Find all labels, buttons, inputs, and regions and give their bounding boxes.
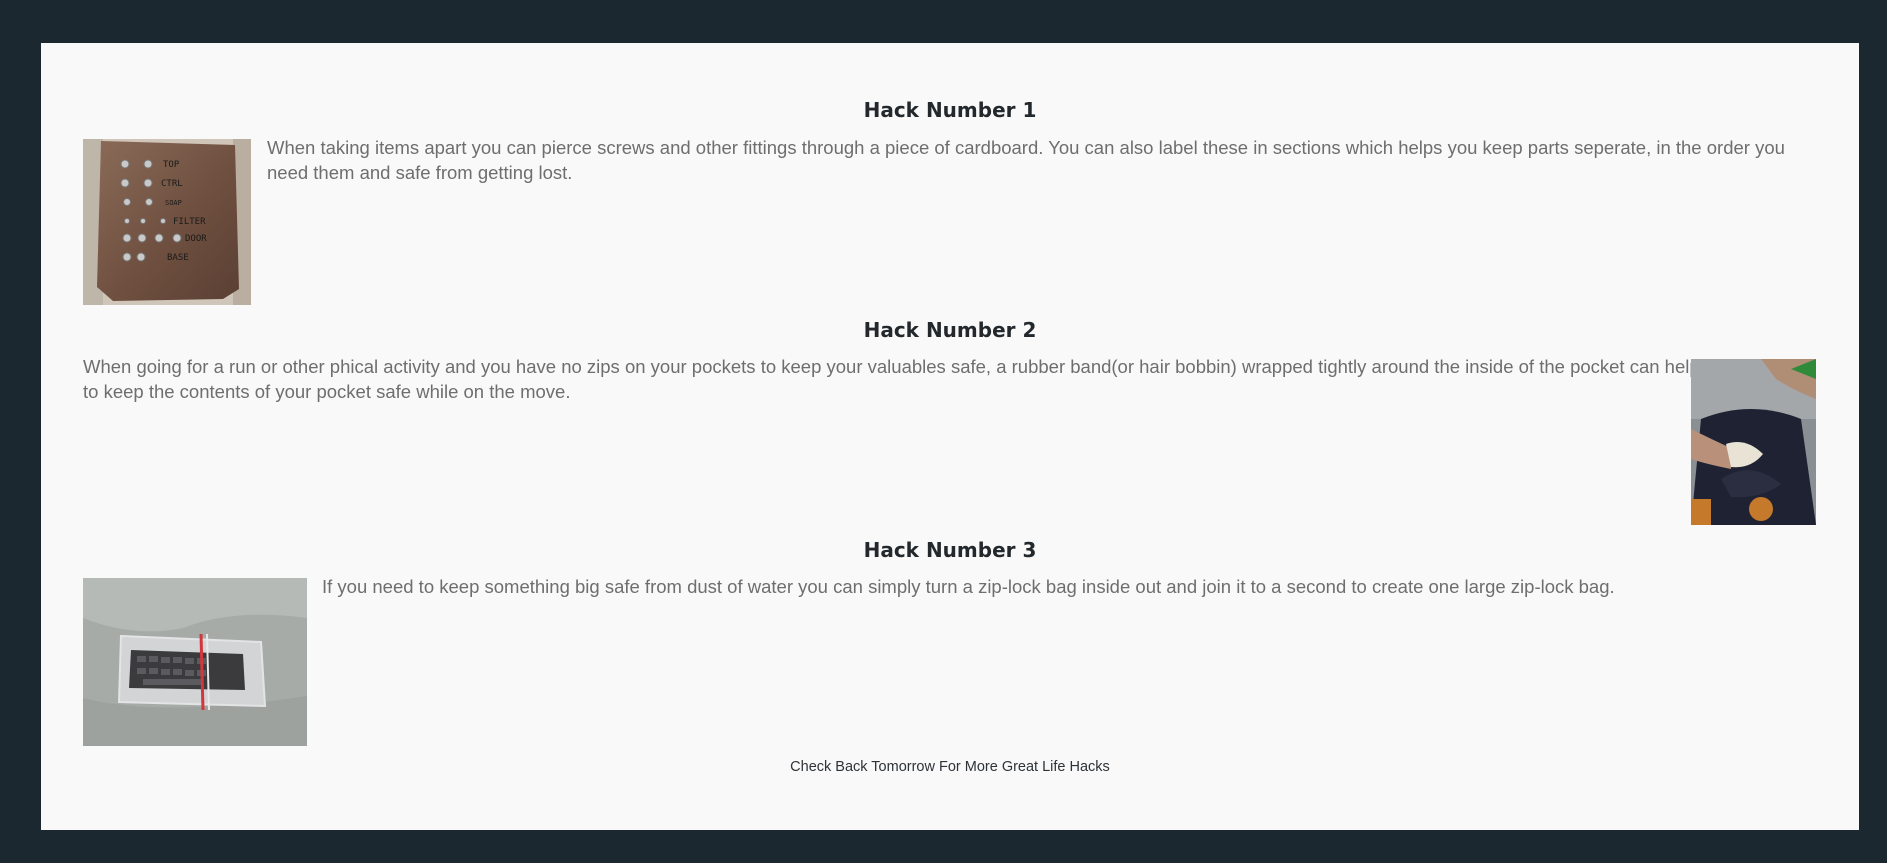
svg-text:TOP: TOP xyxy=(163,160,180,170)
hack-2-title: Hack Number 2 xyxy=(863,318,1037,342)
svg-text:CTRL: CTRL xyxy=(161,179,183,189)
hack-3-ziplock-photo xyxy=(83,578,307,746)
svg-text:FILTER: FILTER xyxy=(173,217,206,227)
svg-text:BASE: BASE xyxy=(167,253,189,263)
hack-1-cardboard-photo: TOP CTRL SOAP FILTER DOOR BASE xyxy=(83,139,251,305)
content-panel: Hack Number 1 TOP CTRL SOAP FILTER DOOR … xyxy=(41,43,1859,830)
svg-text:SOAP: SOAP xyxy=(165,199,182,207)
hack-2-pocket-photo xyxy=(1691,359,1816,525)
hack-3-title: Hack Number 3 xyxy=(863,538,1037,562)
hack-1-title: Hack Number 1 xyxy=(863,98,1037,122)
hack-3-description: If you need to keep something big safe f… xyxy=(322,576,1615,597)
svg-text:DOOR: DOOR xyxy=(185,234,207,244)
hack-2-description: When going for a run or other phical act… xyxy=(83,356,1700,402)
hack-1-description: When taking items apart you can pierce s… xyxy=(267,137,1785,183)
footer-note: Check Back Tomorrow For More Great Life … xyxy=(790,759,1110,775)
